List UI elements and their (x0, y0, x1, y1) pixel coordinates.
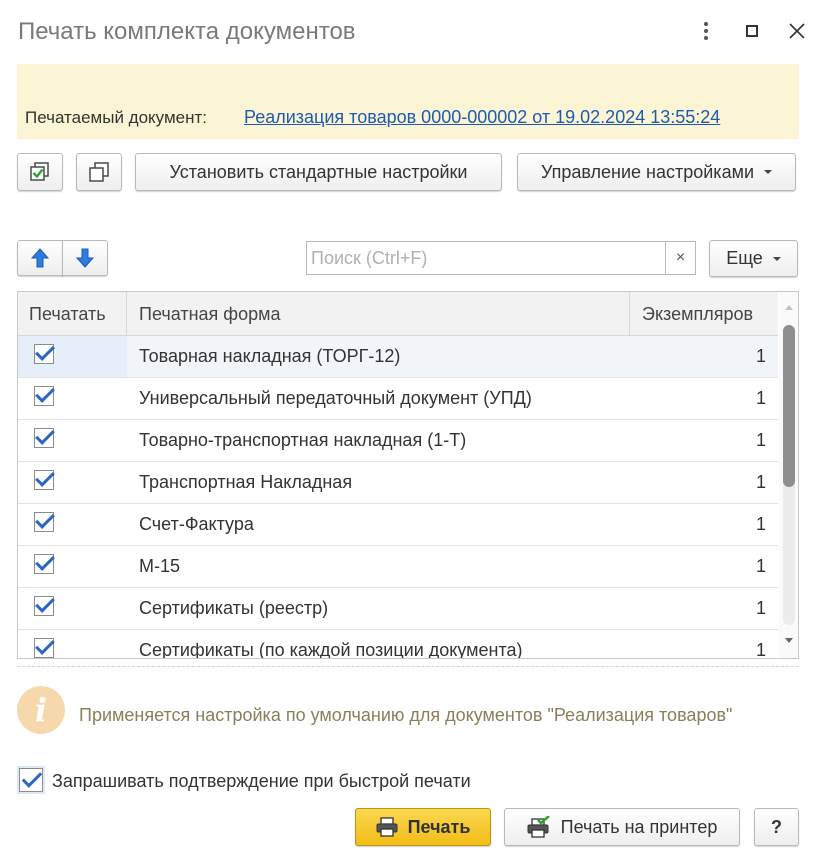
table-row[interactable]: Товарно-транспортная накладная (1-Т) 1 (18, 420, 778, 462)
print-cell (18, 378, 127, 419)
column-header-print[interactable]: Печатать (18, 292, 127, 336)
form-name: Сертификаты (по каждой позиции документа… (139, 640, 523, 659)
set-default-settings-button[interactable]: Установить стандартные настройки (135, 153, 502, 191)
confirm-quick-print-label[interactable]: Запрашивать подтверждение при быстрой пе… (52, 771, 471, 792)
print-cell (18, 420, 127, 461)
copies-count[interactable]: 1 (756, 598, 766, 619)
set-default-settings-label: Установить стандартные настройки (169, 161, 468, 182)
form-name: Транспортная Накладная (139, 472, 353, 492)
scroll-down-icon[interactable] (785, 638, 793, 643)
copies-count[interactable]: 1 (756, 346, 766, 367)
print-checkbox[interactable] (34, 428, 54, 448)
print-checkbox[interactable] (34, 470, 54, 490)
copies-count[interactable]: 1 (756, 514, 766, 535)
table-row[interactable]: Сертификаты (по каждой позиции документа… (18, 630, 778, 659)
more-button[interactable]: Еще (709, 240, 798, 277)
column-header-copies[interactable]: Экземпляров (630, 292, 778, 336)
table-row[interactable]: Транспортная Накладная 1 (18, 462, 778, 504)
close-icon[interactable] (784, 18, 810, 44)
table-header: Печатать Печатная форма Экземпляров (18, 292, 778, 336)
print-cell (18, 630, 127, 658)
print-label: Печать (407, 816, 471, 837)
table-row[interactable]: Универсальный передаточный документ (УПД… (18, 378, 778, 420)
print-checkbox[interactable] (34, 512, 54, 532)
print-checkbox[interactable] (34, 344, 54, 364)
print-cell (18, 546, 127, 587)
manage-settings-label: Управление настройками (540, 161, 755, 182)
form-name: Счет-Фактура (139, 514, 254, 534)
print-checkbox[interactable] (34, 638, 54, 658)
more-options-icon[interactable] (693, 18, 719, 44)
clear-search-button[interactable]: × (665, 241, 696, 275)
print-forms-table: Печатать Печатная форма Экземпляров Това… (17, 291, 799, 659)
print-to-printer-button[interactable]: Печать на принтер (504, 808, 740, 846)
copies-count[interactable]: 1 (756, 388, 766, 409)
info-message: Применяется настройка по умолчанию для д… (79, 705, 733, 725)
document-label: Печатаемый документ: (25, 108, 208, 127)
more-label: Еще (726, 248, 763, 268)
form-name: М-15 (139, 556, 181, 576)
search-input[interactable]: Поиск (Ctrl+F) (306, 241, 666, 275)
manage-settings-button[interactable]: Управление настройками (517, 153, 796, 191)
print-checkbox[interactable] (34, 596, 54, 616)
document-link[interactable]: Реализация товаров 0000-000002 от 19.02.… (244, 107, 720, 128)
printer-icon (376, 817, 398, 837)
maximize-icon[interactable] (739, 18, 765, 44)
window-title: Печать комплекта документов (18, 18, 356, 45)
chevron-down-icon (764, 170, 773, 174)
copies-count[interactable]: 1 (756, 640, 766, 658)
help-button[interactable]: ? (754, 808, 799, 846)
table-rows: Товарная накладная (ТОРГ-12) 1 Универсал… (18, 336, 778, 659)
check-all-icon (29, 161, 51, 183)
move-up-button[interactable] (17, 240, 63, 276)
document-info-panel: Печатаемый документ: Реализация товаров … (17, 64, 799, 139)
print-checkbox[interactable] (34, 554, 54, 574)
print-button[interactable]: Печать (355, 808, 491, 846)
print-checkbox[interactable] (34, 386, 54, 406)
print-to-printer-label: Печать на принтер (560, 816, 718, 837)
table-row[interactable]: Сертификаты (реестр) 1 (18, 588, 778, 630)
move-down-button[interactable] (62, 240, 108, 276)
form-name: Товарно-транспортная накладная (1-Т) (139, 430, 467, 450)
chevron-down-icon (772, 256, 781, 261)
confirm-quick-print-checkbox[interactable] (19, 768, 43, 792)
print-cell (18, 588, 127, 629)
uncheck-all-button[interactable] (76, 153, 122, 191)
scroll-thumb[interactable] (783, 325, 795, 487)
table-row[interactable]: Счет-Фактура 1 (18, 504, 778, 546)
table-scrollbar[interactable] (779, 292, 798, 658)
uncheck-all-icon (88, 161, 110, 183)
scroll-up-icon[interactable] (785, 305, 793, 310)
divider (17, 666, 799, 667)
print-cell (18, 504, 127, 545)
copies-count[interactable]: 1 (756, 430, 766, 451)
table-row[interactable]: Товарная накладная (ТОРГ-12) 1 (18, 336, 778, 378)
arrow-up-icon (31, 248, 49, 268)
column-header-form[interactable]: Печатная форма (127, 292, 630, 336)
form-name: Сертификаты (реестр) (139, 598, 329, 618)
print-cell (18, 462, 127, 503)
print-cell (18, 336, 127, 377)
form-name: Товарная накладная (ТОРГ-12) (139, 346, 401, 366)
form-name: Универсальный передаточный документ (УПД… (139, 388, 532, 408)
check-all-button[interactable] (17, 153, 63, 191)
info-icon: i (17, 686, 65, 734)
table-row[interactable]: М-15 1 (18, 546, 778, 588)
copies-count[interactable]: 1 (756, 556, 766, 577)
copies-count[interactable]: 1 (756, 472, 766, 493)
printer-check-icon (527, 816, 551, 838)
arrow-down-icon (76, 248, 94, 268)
